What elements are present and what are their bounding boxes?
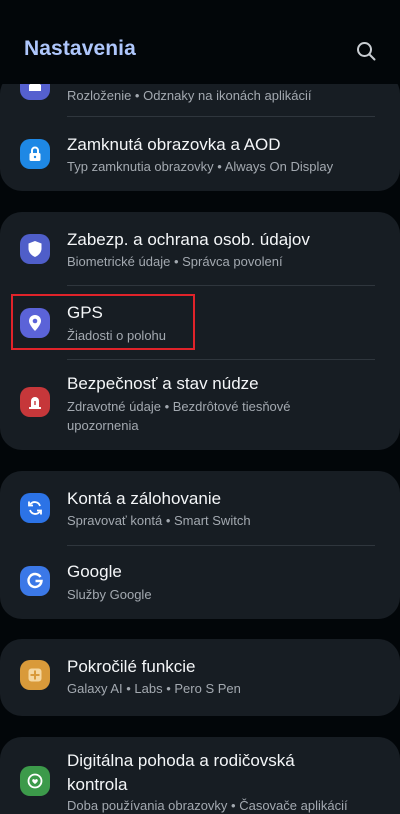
settings-item-safety[interactable]: Bezpečnosť a stav núdze Zdravotné údaje … bbox=[0, 360, 400, 450]
settings-item-subtitle: Služby Google bbox=[67, 587, 152, 602]
settings-item-subtitle: Rozloženie • Odznaky na ikonách aplikáci… bbox=[67, 88, 312, 103]
lock-icon bbox=[20, 139, 50, 169]
settings-card-wellbeing: Digitálna pohoda a rodičovská kontrola D… bbox=[0, 737, 400, 814]
settings-item-title: Zamknutá obrazovka a AOD bbox=[67, 135, 281, 154]
settings-item-title: Bezpečnosť a stav núdze bbox=[67, 374, 259, 393]
heart-circle-icon bbox=[20, 766, 50, 796]
settings-item-advanced[interactable]: Pokročilé funkcie Galaxy AI • Labs • Per… bbox=[0, 639, 400, 716]
settings-item-title: Digitálna pohoda a rodičovská bbox=[67, 751, 295, 770]
puzzle-plus-icon bbox=[20, 660, 50, 690]
settings-item-google[interactable]: Google Služby Google bbox=[0, 546, 400, 619]
google-icon bbox=[20, 566, 50, 596]
search-icon bbox=[357, 42, 376, 61]
settings-item-title: Kontá a zálohovanie bbox=[67, 489, 222, 508]
settings-item-lock-screen[interactable]: Zamknutá obrazovka a AOD Typ zamknutia o… bbox=[0, 117, 400, 191]
settings-item-subtitle: Galaxy AI • Labs • Pero S Pen bbox=[67, 681, 241, 696]
settings-item-title: Zabezp. a ochrana osob. údajov bbox=[67, 230, 310, 249]
shield-icon bbox=[20, 234, 50, 264]
highlight-box bbox=[11, 294, 195, 350]
app-header: Nastavenia bbox=[0, 0, 400, 84]
settings-item-title-line2: kontrola bbox=[67, 775, 128, 794]
settings-item-subtitle: Typ zamknutia obrazovky • Always On Disp… bbox=[67, 159, 334, 174]
settings-card-display: Rozloženie • Odznaky na ikonách aplikáci… bbox=[0, 72, 400, 191]
page-title: Nastavenia bbox=[24, 37, 136, 60]
settings-list[interactable]: Rozloženie • Odznaky na ikonách aplikáci… bbox=[0, 0, 400, 814]
settings-item-title: Google bbox=[67, 562, 122, 581]
settings-item-title: Pokročilé funkcie bbox=[67, 657, 196, 676]
settings-item-wellbeing[interactable]: Digitálna pohoda a rodičovská kontrola D… bbox=[0, 737, 400, 814]
search-button[interactable] bbox=[354, 39, 378, 63]
settings-item-security[interactable]: Zabezp. a ochrana osob. údajov Biometric… bbox=[0, 212, 400, 285]
sync-icon bbox=[20, 493, 50, 523]
siren-icon bbox=[20, 387, 50, 417]
settings-item-subtitle: Spravovať kontá • Smart Switch bbox=[67, 513, 251, 528]
settings-card-advanced: Pokročilé funkcie Galaxy AI • Labs • Per… bbox=[0, 639, 400, 716]
settings-item-accounts[interactable]: Kontá a zálohovanie Spravovať kontá • Sm… bbox=[0, 471, 400, 544]
settings-item-subtitle: Zdravotné údaje • Bezdrôtové tiesňové bbox=[67, 399, 291, 414]
settings-item-subtitle-line2: upozornenia bbox=[67, 418, 139, 433]
settings-item-subtitle: Doba používania obrazovky • Časovače apl… bbox=[67, 798, 348, 813]
settings-card-accounts: Kontá a zálohovanie Spravovať kontá • Sm… bbox=[0, 471, 400, 619]
settings-item-subtitle: Biometrické údaje • Správca povolení bbox=[67, 254, 283, 269]
